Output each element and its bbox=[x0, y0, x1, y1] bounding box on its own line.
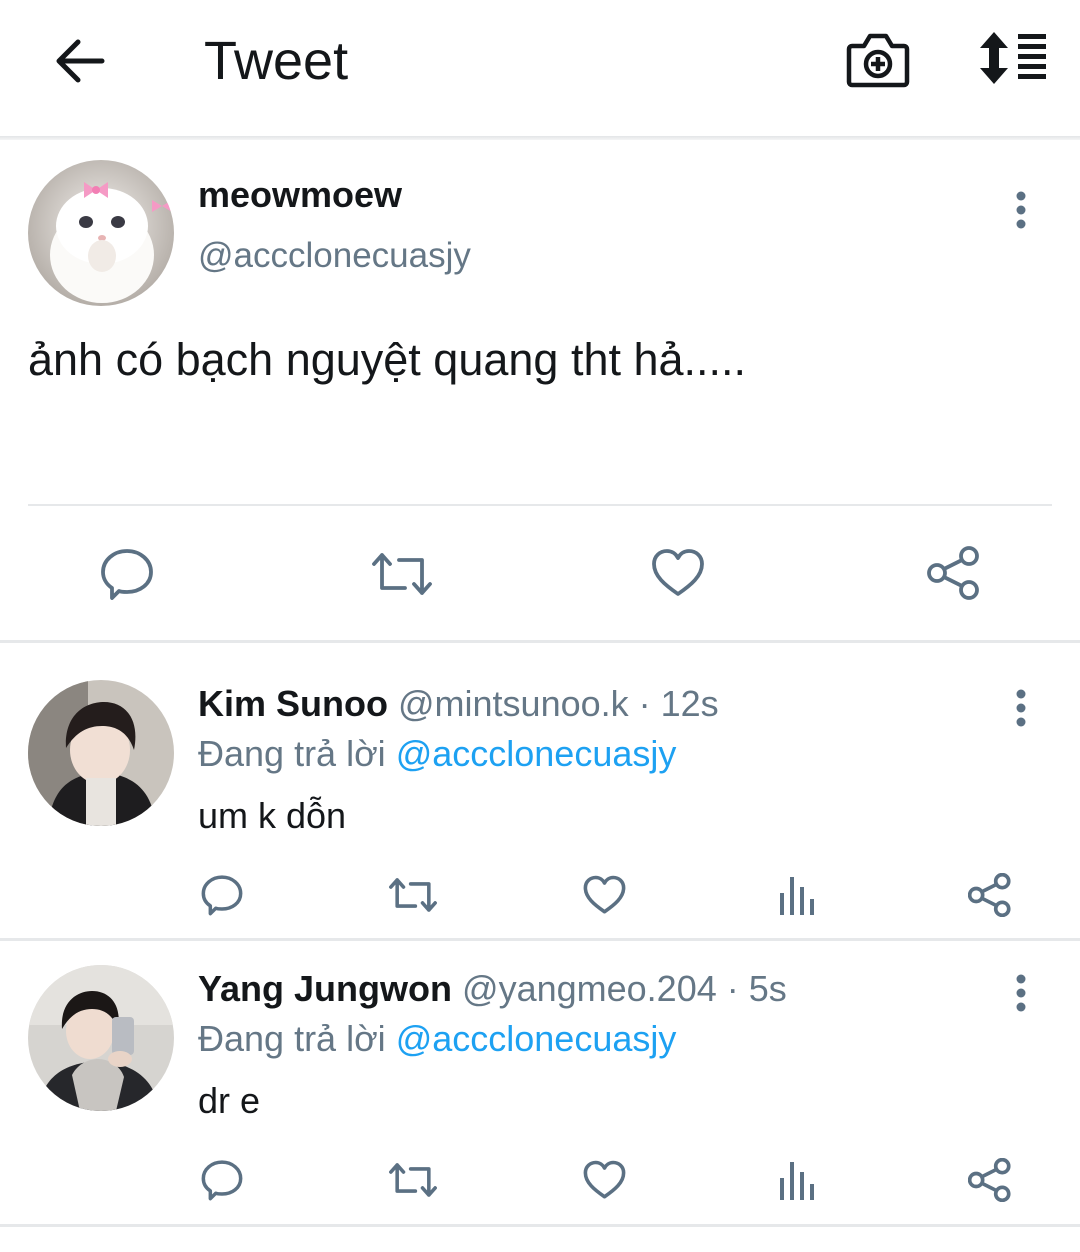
like-icon[interactable] bbox=[651, 548, 705, 598]
reply-icon[interactable] bbox=[201, 874, 243, 916]
replying-to: Đang trả lời @accclonecuasjy bbox=[198, 733, 676, 775]
person-selfie-avatar-image bbox=[28, 965, 174, 1111]
page-title: Tweet bbox=[204, 31, 349, 91]
share-icon[interactable] bbox=[927, 546, 981, 600]
reply-header: Kim Sunoo @mintsunoo.k · 12s bbox=[198, 683, 719, 725]
like-icon[interactable] bbox=[583, 875, 626, 915]
reply-tweet[interactable]: Yang Jungwon @yangmeo.204 · 5s Đang trả … bbox=[0, 941, 1080, 1224]
replying-to: Đang trả lời @accclonecuasjy bbox=[198, 1018, 676, 1060]
main-tweet: meowmoew @accclonecuasjy ảnh có bạch ngu… bbox=[0, 140, 1080, 640]
avatar[interactable] bbox=[28, 965, 174, 1111]
reply-icon[interactable] bbox=[201, 1159, 243, 1201]
reply-header: Yang Jungwon @yangmeo.204 · 5s bbox=[198, 968, 787, 1010]
camera-plus-icon[interactable] bbox=[846, 30, 910, 88]
reply-display-name[interactable]: Kim Sunoo bbox=[198, 683, 388, 724]
reply-handle-time[interactable]: @yangmeo.204 · 5s bbox=[462, 968, 787, 1009]
retweet-icon[interactable] bbox=[388, 876, 438, 914]
reply-text: um k dỗn bbox=[198, 795, 347, 836]
tweet-text: ảnh có bạch nguyệt quang tht hả..... bbox=[28, 334, 747, 385]
retweet-icon[interactable] bbox=[371, 550, 433, 598]
sort-list-icon[interactable] bbox=[976, 30, 1050, 86]
reply-icon[interactable] bbox=[100, 548, 154, 600]
share-icon[interactable] bbox=[968, 1158, 1012, 1202]
section-divider bbox=[0, 1224, 1080, 1227]
tweet-divider bbox=[28, 504, 1052, 506]
retweet-icon[interactable] bbox=[388, 1161, 438, 1199]
top-app-bar: Tweet bbox=[0, 0, 1080, 138]
arrow-left-icon[interactable] bbox=[52, 36, 106, 86]
more-options-icon[interactable] bbox=[1011, 688, 1031, 728]
like-icon[interactable] bbox=[583, 1160, 626, 1200]
kitten-avatar-image bbox=[28, 160, 174, 306]
reply-tweet[interactable]: Kim Sunoo @mintsunoo.k · 12s Đang trả lờ… bbox=[0, 643, 1080, 938]
more-options-icon[interactable] bbox=[1011, 190, 1031, 230]
more-options-icon[interactable] bbox=[1011, 973, 1031, 1013]
avatar[interactable] bbox=[28, 160, 174, 306]
display-name[interactable]: meowmoew bbox=[198, 174, 402, 216]
analytics-icon[interactable] bbox=[778, 875, 816, 915]
user-handle[interactable]: @accclonecuasjy bbox=[198, 236, 471, 276]
reply-display-name[interactable]: Yang Jungwon bbox=[198, 968, 452, 1009]
analytics-icon[interactable] bbox=[778, 1160, 816, 1200]
mention-link[interactable]: @accclonecuasjy bbox=[396, 733, 677, 774]
reply-handle-time[interactable]: @mintsunoo.k · 12s bbox=[398, 683, 719, 724]
replying-prefix: Đang trả lời bbox=[198, 1018, 386, 1059]
reply-text: dr e bbox=[198, 1080, 261, 1121]
share-icon[interactable] bbox=[968, 873, 1012, 917]
person-avatar-image bbox=[28, 680, 174, 826]
replying-prefix: Đang trả lời bbox=[198, 733, 386, 774]
avatar[interactable] bbox=[28, 680, 174, 826]
mention-link[interactable]: @accclonecuasjy bbox=[396, 1018, 677, 1059]
